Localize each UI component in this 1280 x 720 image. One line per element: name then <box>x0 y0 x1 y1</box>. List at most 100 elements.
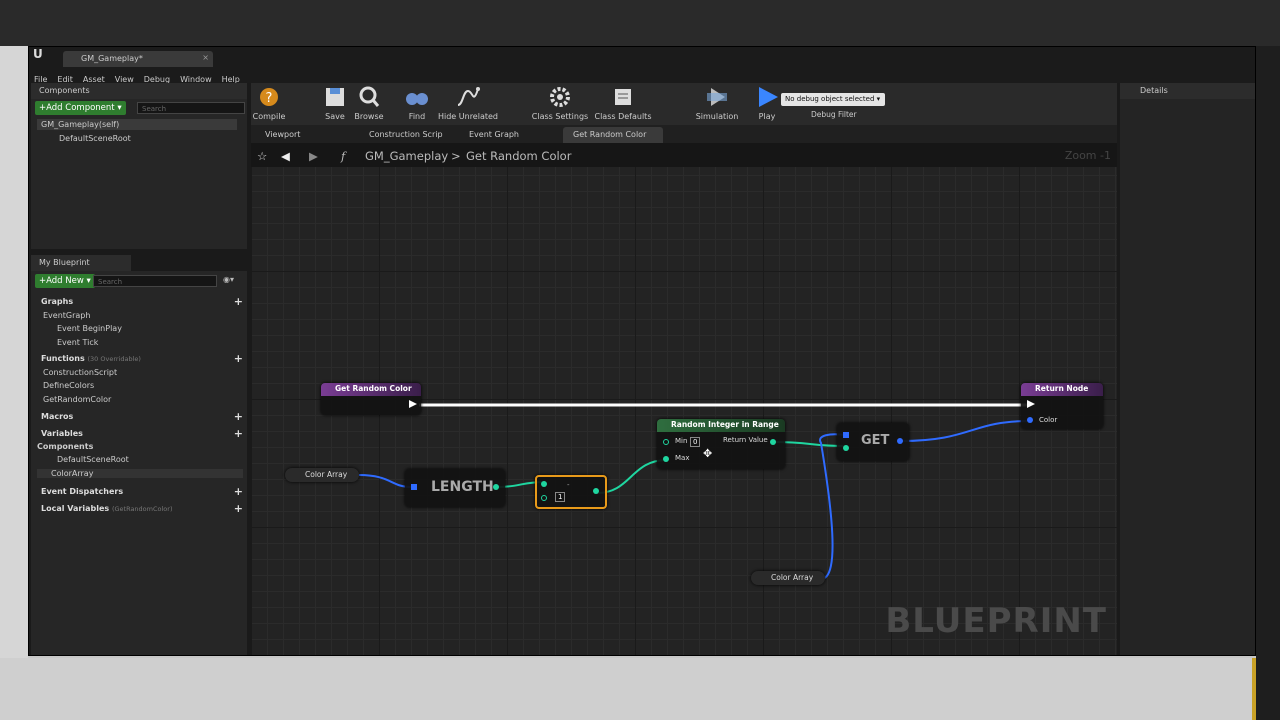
color-pin[interactable] <box>1027 417 1033 423</box>
category-variables[interactable]: Variables + <box>33 427 249 441</box>
add-macro-icon[interactable]: + <box>234 410 243 423</box>
get-array-pin[interactable] <box>843 432 849 438</box>
debug-object-select[interactable]: No debug object selected ▾ <box>781 93 885 106</box>
category-event-dispatchers[interactable]: Event Dispatchers + <box>33 485 249 499</box>
add-function-icon[interactable]: + <box>234 352 243 365</box>
components-header-label: Components <box>39 86 90 95</box>
add-local-variable-icon[interactable]: + <box>234 502 243 515</box>
local-variables-note: (GetRandomColor) <box>111 505 173 513</box>
subtract-b-input[interactable]: 1 <box>555 492 566 502</box>
min-pin[interactable] <box>663 439 669 445</box>
class-settings-label: Class Settings <box>531 112 589 121</box>
entry-node-title: Get Random Color <box>321 383 421 396</box>
my-blueprint-search-input[interactable]: Search <box>93 275 217 287</box>
class-defaults-button[interactable]: Class Defaults <box>591 85 655 121</box>
min-pin-label: Min <box>675 437 688 445</box>
variable-default-scene-root[interactable]: DefaultSceneRoot <box>57 455 129 464</box>
hide-unrelated-label: Hide Unrelated <box>437 112 498 121</box>
add-variable-icon[interactable]: + <box>234 427 243 440</box>
hide-unrelated-button[interactable]: Hide Unrelated <box>435 85 501 121</box>
components-panel-header: Components <box>31 83 247 99</box>
subtract-b-pin[interactable] <box>541 495 547 501</box>
subtract-a-pin[interactable] <box>541 481 547 487</box>
function-construction-script[interactable]: ConstructionScript <box>43 368 117 377</box>
component-self[interactable]: GM_Gameplay(self) <box>37 119 237 130</box>
close-icon[interactable]: × <box>202 53 209 62</box>
component-default-scene-root[interactable]: DefaultSceneRoot <box>59 134 131 143</box>
exec-out-pin[interactable] <box>409 400 417 408</box>
tab-event-graph[interactable]: Event Graph <box>459 127 525 143</box>
document-tab[interactable]: GM_Gameplay* × <box>63 51 213 67</box>
return-node-title: Return Node <box>1021 383 1103 396</box>
minus-icon: - <box>567 481 570 489</box>
class-settings-button[interactable]: Class Settings <box>529 85 591 121</box>
compile-button[interactable]: ? Compile <box>241 85 297 121</box>
get-index-pin[interactable] <box>843 445 849 451</box>
subtract-node[interactable]: 1 - <box>535 475 607 509</box>
add-new-button[interactable]: +Add New ▾ <box>35 274 95 288</box>
hide-unrelated-icon <box>457 87 480 106</box>
details-panel: Details <box>1120 83 1255 655</box>
event-begin-play[interactable]: Event BeginPlay <box>57 324 122 333</box>
tab-viewport[interactable]: Viewport <box>255 127 306 143</box>
event-tick[interactable]: Event Tick <box>57 338 98 347</box>
compile-icon: ? <box>260 88 278 106</box>
return-value-pin[interactable] <box>770 439 776 445</box>
browse-icon <box>359 86 380 107</box>
functions-label: Functions <box>41 354 85 363</box>
tab-get-random-color[interactable]: Get Random Color <box>563 127 663 143</box>
random-integer-title: Random Integer in Range <box>657 419 785 432</box>
background-editor-right <box>1256 46 1280 720</box>
entry-node[interactable]: Get Random Color <box>321 383 421 415</box>
debug-filter-label: Debug Filter <box>811 110 857 119</box>
unreal-logo-icon: U <box>33 47 43 61</box>
components-search-input[interactable]: Search <box>137 102 245 114</box>
simulation-icon <box>707 88 727 106</box>
eye-icon[interactable]: ◉▾ <box>223 275 234 284</box>
category-local-variables[interactable]: Local Variables (GetRandomColor) + <box>33 502 249 516</box>
background-editor-top <box>0 0 1280 46</box>
color-array-getter-2[interactable]: Color Array <box>751 571 825 585</box>
play-icon <box>759 87 778 107</box>
get-node-label: GET <box>861 433 890 448</box>
details-header-label: Details <box>1140 86 1168 95</box>
graph-editor[interactable]: ☆ ◀ ▶ f GM_Gameplay > Get Random Color Z… <box>251 143 1117 655</box>
event-dispatchers-label: Event Dispatchers <box>41 487 124 496</box>
array-wire-length <box>358 474 412 488</box>
add-graph-icon[interactable]: + <box>234 295 243 308</box>
variables-components-group[interactable]: Components <box>37 442 93 451</box>
background-viewport-left <box>0 46 28 658</box>
subtract-out-pin[interactable] <box>593 488 599 494</box>
length-node[interactable]: LENGTH <box>405 469 505 507</box>
menu-bar: File Edit Asset View Debug Window Help <box>29 67 1255 84</box>
add-dispatcher-icon[interactable]: + <box>234 485 243 498</box>
graphs-label: Graphs <box>41 297 74 306</box>
functions-note: (30 Overridable) <box>87 355 141 363</box>
exec-in-pin[interactable] <box>1027 400 1035 408</box>
svg-text:?: ? <box>266 91 273 106</box>
tab-construction-script[interactable]: Construction Scrip <box>359 127 449 143</box>
my-blueprint-panel-header: My Blueprint <box>31 255 131 271</box>
simulation-button[interactable]: Simulation <box>689 85 745 121</box>
toolbar: ? Compile Save Browse Find Hide Unrelate… <box>251 83 1117 125</box>
color-array-getter-1[interactable]: Color Array <box>285 468 359 482</box>
graph-event-graph[interactable]: EventGraph <box>43 311 90 320</box>
length-array-pin[interactable] <box>411 484 417 490</box>
length-out-pin[interactable] <box>493 484 499 490</box>
random-integer-node[interactable]: Random Integer in Range Min 0 Max Return… <box>657 419 785 469</box>
get-out-pin[interactable] <box>897 438 903 444</box>
function-define-colors[interactable]: DefineColors <box>43 381 94 390</box>
category-graphs[interactable]: Graphs + <box>33 295 249 309</box>
variable-color-array[interactable]: ColorArray <box>37 469 243 478</box>
function-get-random-color[interactable]: GetRandomColor <box>43 395 111 404</box>
blueprint-watermark: BLUEPRINT <box>885 601 1107 641</box>
category-functions[interactable]: Functions (30 Overridable) + <box>33 352 249 366</box>
max-pin[interactable] <box>663 456 669 462</box>
add-component-button[interactable]: +Add Component ▾ <box>35 101 126 115</box>
title-bar: U GM_Gameplay* × <box>29 47 1255 67</box>
category-macros[interactable]: Macros + <box>33 410 249 424</box>
background-viewport-bottom <box>0 658 1280 720</box>
get-node[interactable]: GET <box>837 423 909 461</box>
min-value-input[interactable]: 0 <box>690 437 701 447</box>
return-node[interactable]: Return Node Color <box>1021 383 1103 429</box>
